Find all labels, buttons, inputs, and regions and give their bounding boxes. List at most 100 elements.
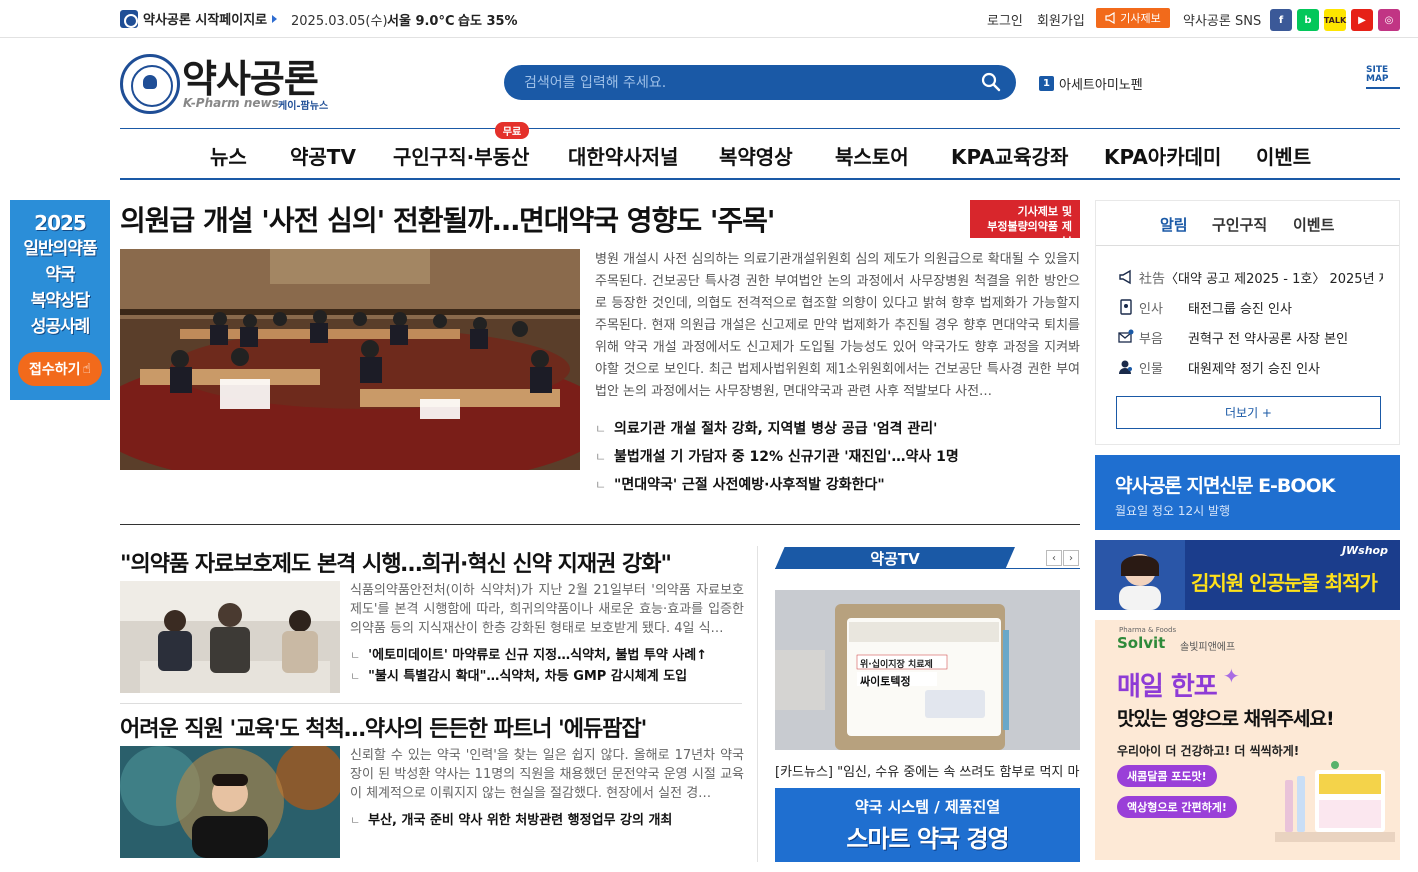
tab-notice[interactable]: 알림 xyxy=(1160,214,1188,235)
nav-event[interactable]: 이벤트 xyxy=(1256,141,1311,170)
solvit-brand-kr: 솔빛피앤에프 xyxy=(1180,642,1236,653)
main-headline-photo[interactable] xyxy=(120,249,580,470)
smart-pharmacy-ad[interactable]: 약국 시스템 / 제품진열 스마트 약국 경영 xyxy=(775,788,1080,862)
tv-video-caption[interactable]: [카드뉴스] "임신, 수유 중에는 속 쓰려도 함부로 먹지 마세요" xyxy=(775,761,1080,780)
thumb-text-1: 위·십이지장 치료제 xyxy=(860,660,933,670)
related-article[interactable]: '에토미데이트' 마약류로 신규 지정…식약처, 불법 투약 사례↑ xyxy=(350,644,707,663)
column-divider xyxy=(757,546,758,862)
nav-pharm-journal[interactable]: 대한약사저널 xyxy=(568,141,678,170)
tip-report-button[interactable]: 기사제보 및 부정불량의약품 제보 xyxy=(970,200,1080,248)
tv-video-thumbnail[interactable]: 위·십이지장 치료제 싸이토텍정 xyxy=(775,590,1080,750)
youtube-icon[interactable]: ▶ xyxy=(1351,9,1373,31)
megaphone-icon xyxy=(1105,12,1115,24)
committee-meeting-image xyxy=(120,249,580,470)
nav-kpa-tv[interactable]: 약공TV xyxy=(290,141,356,170)
tab-event[interactable]: 이벤트 xyxy=(1293,214,1334,235)
sitemap-label-2: MAP xyxy=(1366,74,1389,84)
notice-row[interactable]: 社告 〈대약 공고 제2025 - 1호〉 2025년 제 xyxy=(1118,267,1383,287)
prev-arrow-icon[interactable]: ‹ xyxy=(1046,550,1062,566)
tip-line-2: 부정불량의약품 제보 xyxy=(987,220,1072,248)
news-report-button[interactable]: 기사제보 xyxy=(1096,8,1170,28)
nav-kpa-academy[interactable]: KPA아카데미 xyxy=(1104,141,1221,170)
tab-jobs[interactable]: 구인구직 xyxy=(1212,214,1267,235)
envelope-icon xyxy=(1118,329,1134,343)
kpa-tv-header[interactable]: 약공TV xyxy=(775,547,1015,569)
association-emblem-icon xyxy=(120,54,180,114)
next-arrow-icon[interactable]: › xyxy=(1063,550,1079,566)
solvit-pill-1: 새콤달콤 포도맛! xyxy=(1117,765,1217,787)
ad-line: 일반의약품 xyxy=(23,239,97,259)
notice-category: 인물 xyxy=(1139,361,1163,377)
ebook-banner[interactable]: 약사공론 지면신문 E-BOOK 월요일 정오 12시 발행 xyxy=(1095,455,1400,530)
related-article[interactable]: 의료기관 개설 절차 강화, 지역별 병상 공급 '엄격 관리' xyxy=(595,418,937,438)
solvit-line: 우리아이 더 건강하고! 더 씩씩하게! xyxy=(1117,744,1300,758)
tip-line-1: 기사제보 및 xyxy=(1017,205,1072,218)
sub-headline[interactable]: "의약품 자료보호제도 본격 시행…희귀·혁신 신약 지재권 강화" xyxy=(120,546,672,578)
weather: 서울 9.0°C xyxy=(387,14,455,29)
ad-line-2: 스마트 약국 경영 xyxy=(846,825,1009,853)
related-article[interactable]: 부산, 개국 준비 약사 위한 처방관련 행정업무 강의 개최 xyxy=(350,809,672,828)
related-article[interactable]: "불시 특별감시 확대"…식약처, 차등 GMP 감시체계 도입 xyxy=(350,665,687,684)
solvit-ad-banner[interactable]: Pharma & Foods Solvit 솔빛피앤에프 매일 한포 ✦ 맛있는… xyxy=(1095,620,1400,860)
sparkle-icon: ✦ xyxy=(1223,664,1240,688)
ad-line: 약국 xyxy=(45,265,75,285)
join-link[interactable]: 회원가입 xyxy=(1037,10,1085,29)
nav-bookstore[interactable]: 북스토어 xyxy=(835,141,909,170)
main-headline-summary: 병원 개설시 사전 심의하는 의료기관개설위원회 심의 제도가 의원급으로 확대… xyxy=(595,252,1080,399)
ad-line-1: 약국 시스템 / 제품진열 xyxy=(854,798,1001,816)
ebook-title: 약사공론 지면신문 E-BOOK xyxy=(1115,475,1335,497)
sub-headline-photo[interactable] xyxy=(120,581,340,693)
hot-keyword-ticker[interactable]: 1 아세트아미노펜 xyxy=(1039,74,1143,93)
ebook-subtitle: 월요일 정오 12시 발행 xyxy=(1115,504,1231,518)
nav-medication-video[interactable]: 복약영상 xyxy=(719,141,793,170)
jwshop-brand: JWshop xyxy=(1341,544,1388,557)
ad-line: 성공사례 xyxy=(30,317,91,337)
person-icon xyxy=(1119,360,1132,374)
product-box-image xyxy=(1275,761,1395,842)
otc-case-ad-banner[interactable]: 2025 일반의약품 약국 복약상담 성공사례 접수하기 ☝ xyxy=(10,200,110,400)
search-icon[interactable] xyxy=(981,72,1001,92)
nav-kpa-course[interactable]: KPA교육강좌 xyxy=(951,141,1068,170)
notice-text: 태전그룹 승진 인사 xyxy=(1188,301,1292,317)
solvit-title: 매일 한포 xyxy=(1117,672,1218,702)
notice-row[interactable]: 인물 대원제약 정기 승진 인사 xyxy=(1118,357,1383,377)
main-nav: 뉴스 약공TV 구인구직·부동산 대한약사저널 복약영상 북스토어 KPA교육강… xyxy=(120,128,1400,180)
apply-label: 접수하기 xyxy=(28,362,81,378)
facebook-icon[interactable]: f xyxy=(1270,9,1292,31)
menu-bar-icon xyxy=(1366,87,1400,89)
apply-button[interactable]: 접수하기 ☝ xyxy=(18,352,102,386)
sns-label: 약사공론 SNS xyxy=(1183,14,1262,29)
solvit-brand: Solvit xyxy=(1117,634,1166,652)
notice-row[interactable]: 부음 권혁구 전 약사공론 사장 본인 xyxy=(1118,327,1383,347)
ad-line: 복약상담 xyxy=(30,291,91,311)
main-headline[interactable]: 의원급 개설 '사전 심의' 전환될까…면대약국 영향도 '주목' xyxy=(120,199,775,239)
nav-news[interactable]: 뉴스 xyxy=(210,141,247,170)
notice-text: 〈대약 공고 제2025 - 1호〉 2025년 제 xyxy=(1165,271,1383,287)
jwshop-ad-banner[interactable]: JWshop 김지원 인공눈물 최적가 xyxy=(1095,540,1400,610)
nav-jobs-realestate[interactable]: 구인구직·부동산 xyxy=(393,141,529,170)
home-start-label: 약사공론 시작페이지로 xyxy=(143,13,268,28)
home-start-link[interactable]: 약사공론 시작페이지로 xyxy=(120,9,278,28)
news-report-label: 기사제보 xyxy=(1120,12,1161,25)
related-article[interactable]: "면대약국' 근절 사전예방·사후적발 강화한다" xyxy=(595,474,885,494)
notice-category: 社告 xyxy=(1139,271,1166,287)
notice-category: 인사 xyxy=(1139,301,1163,317)
sub-headline[interactable]: 어려운 직원 '교육'도 척척…약사의 든든한 파트너 '에듀팜잡' xyxy=(120,711,647,743)
related-article[interactable]: 불법개설 기 가담자 중 12% 신규기관 '재진입'…약사 1명 xyxy=(595,446,959,466)
instagram-icon[interactable]: ◎ xyxy=(1378,9,1400,31)
ad-line: 2025 xyxy=(34,211,87,235)
home-logo-icon xyxy=(120,9,138,28)
sitemap-button[interactable]: SITE MAP xyxy=(1366,66,1400,96)
sub-headline-photo[interactable] xyxy=(120,746,340,858)
site-logo[interactable]: 약사공론 K-Pharm news 케이-팜뉴스 xyxy=(120,52,335,114)
rank-badge: 1 xyxy=(1039,76,1054,91)
notice-text: 대원제약 정기 승진 인사 xyxy=(1188,361,1320,377)
notice-row[interactable]: 인사 태전그룹 승진 인사 xyxy=(1118,297,1383,317)
search-input[interactable] xyxy=(524,72,964,94)
sub-headline-summary: 식품의약품안전처(이하 식약처)가 지난 2월 21일부터 '의약품 자료보호제… xyxy=(350,583,744,636)
login-link[interactable]: 로그인 xyxy=(987,10,1023,29)
notice-text: 권혁구 전 약사공론 사장 본인 xyxy=(1188,331,1349,347)
naver-blog-icon[interactable]: b xyxy=(1297,9,1319,31)
more-button[interactable]: 더보기 + xyxy=(1116,396,1381,429)
kakaotalk-icon[interactable]: TALK xyxy=(1324,9,1346,31)
